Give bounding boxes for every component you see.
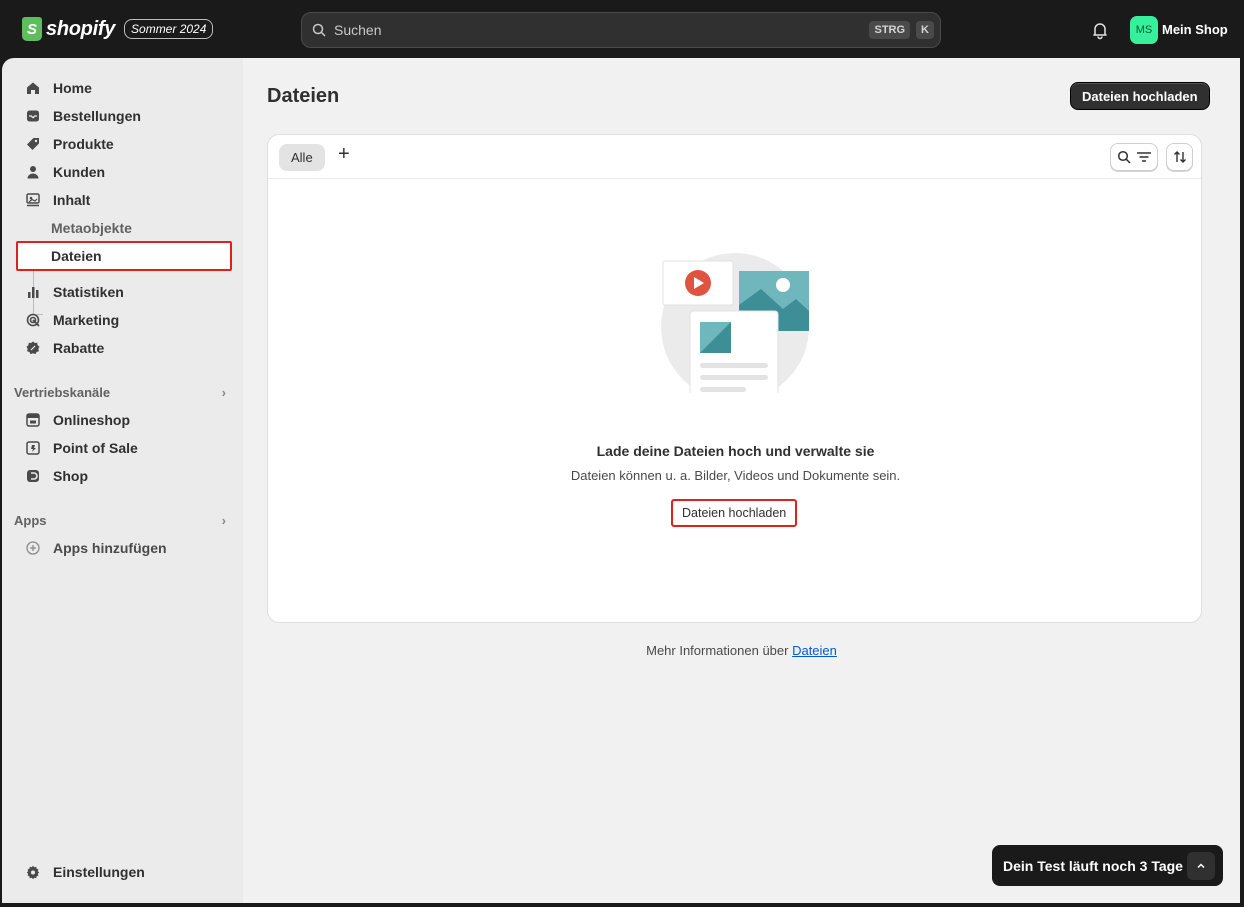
main-content: Dateien Dateien hochladen Alle + Lade de…	[243, 58, 1240, 903]
trial-banner[interactable]: Dein Test läuft noch 3 Tage	[992, 845, 1223, 886]
sidebar-item-label: Inhalt	[53, 192, 91, 208]
tab-all[interactable]: Alle	[279, 144, 325, 171]
add-view-button[interactable]: +	[338, 143, 352, 166]
sidebar-item-label: Shop	[53, 468, 88, 484]
sidebar-item-add-apps[interactable]: Apps hinzufügen	[12, 534, 232, 562]
sidebar-item-label: Kunden	[53, 164, 106, 180]
edition-badge[interactable]: Sommer 2024	[124, 19, 214, 39]
home-icon	[25, 80, 41, 96]
sidebar: Home Bestellungen Produkte Kunden Inhalt…	[2, 58, 243, 903]
filter-icon	[1136, 152, 1151, 162]
search-placeholder: Suchen	[334, 22, 382, 38]
empty-state-subtitle: Dateien können u. a. Bilder, Videos und …	[570, 468, 901, 483]
inbox-icon	[25, 108, 41, 124]
sidebar-item-files-label[interactable]: Dateien	[51, 248, 102, 264]
files-illustration	[661, 253, 809, 393]
sidebar-item-content[interactable]: Inhalt	[12, 186, 232, 214]
more-info-link[interactable]: Dateien	[792, 643, 837, 658]
chevron-right-icon[interactable]: ›	[222, 385, 226, 400]
sales-channels-label: Vertriebskanäle	[14, 385, 111, 400]
search-filter-button[interactable]	[1110, 143, 1158, 171]
sidebar-item-marketing[interactable]: Marketing	[12, 306, 232, 334]
sidebar-item-label: Home	[53, 80, 92, 96]
more-info-text: Mehr Informationen über	[646, 643, 793, 658]
sidebar-item-label: Marketing	[53, 312, 120, 328]
sidebar-item-products[interactable]: Produkte	[12, 130, 232, 158]
avatar[interactable]: MS	[1130, 16, 1158, 44]
sales-channels-heading[interactable]: Vertriebskanäle ›	[14, 385, 234, 400]
discount-icon	[25, 340, 41, 356]
shop-name[interactable]: Mein Shop	[1162, 22, 1228, 37]
sidebar-item-label: Produkte	[53, 136, 114, 152]
sidebar-item-label: Point of Sale	[53, 440, 138, 456]
shopify-logo[interactable]: S shopify Sommer 2024	[22, 17, 214, 41]
top-bar: S shopify Sommer 2024 Suchen STRG K MS M…	[2, 2, 1240, 58]
store-icon	[25, 412, 41, 428]
plus-circle-icon	[25, 540, 41, 556]
shortcut-key-ctrl: STRG	[869, 21, 911, 39]
sidebar-item-shop[interactable]: Shop	[12, 462, 232, 490]
chevron-right-icon[interactable]: ›	[222, 513, 226, 528]
sidebar-item-label: Statistiken	[53, 284, 124, 300]
sidebar-item-discounts[interactable]: Rabatte	[12, 334, 232, 362]
gear-icon	[25, 864, 41, 880]
sidebar-item-orders[interactable]: Bestellungen	[12, 102, 232, 130]
pos-icon	[25, 440, 41, 456]
content-icon	[25, 192, 41, 208]
sidebar-item-pos[interactable]: Point of Sale	[12, 434, 232, 462]
sidebar-item-files[interactable]	[16, 241, 232, 271]
trial-text: Dein Test läuft noch 3 Tage	[1003, 857, 1183, 874]
sidebar-item-analytics[interactable]: Statistiken	[12, 278, 232, 306]
shop-icon	[25, 468, 41, 484]
files-card: Alle + Lade deine Dateien hoch und verwa…	[267, 134, 1202, 623]
tag-icon	[25, 136, 41, 152]
bell-icon[interactable]	[1090, 20, 1110, 40]
sidebar-item-metaobjects[interactable]: Metaobjekte	[51, 220, 132, 236]
sidebar-item-customers[interactable]: Kunden	[12, 158, 232, 186]
upload-files-button[interactable]: Dateien hochladen	[1070, 82, 1210, 110]
sidebar-item-label: Bestellungen	[53, 108, 141, 124]
shortcut-key-k: K	[916, 21, 934, 39]
empty-state-title: Lade deine Dateien hoch und verwalte sie	[596, 443, 875, 459]
sidebar-item-label: Einstellungen	[53, 864, 145, 880]
sidebar-item-settings[interactable]: Einstellungen	[12, 858, 232, 886]
search-icon	[1117, 150, 1131, 164]
page-title: Dateien	[267, 85, 340, 107]
sort-button[interactable]	[1166, 143, 1193, 171]
card-header: Alle +	[268, 135, 1201, 179]
search-icon	[312, 23, 326, 37]
chevron-up-icon	[1197, 863, 1205, 869]
sidebar-item-label: Rabatte	[53, 340, 105, 356]
sidebar-item-online-store[interactable]: Onlineshop	[12, 406, 232, 434]
more-info: Mehr Informationen über Dateien	[243, 643, 1240, 658]
search-bar[interactable]: Suchen STRG K	[301, 12, 941, 48]
logo-text: shopify	[46, 17, 116, 40]
expand-trial-button[interactable]	[1187, 852, 1215, 880]
sidebar-item-home[interactable]: Home	[12, 74, 232, 102]
empty-upload-button[interactable]: Dateien hochladen	[671, 499, 798, 527]
shopify-bag-icon: S	[22, 17, 42, 41]
apps-label: Apps	[14, 513, 47, 528]
chart-icon	[25, 284, 41, 300]
sidebar-item-label: Apps hinzufügen	[53, 540, 167, 556]
apps-heading[interactable]: Apps ›	[14, 513, 234, 528]
person-icon	[25, 164, 41, 180]
sort-icon	[1173, 151, 1186, 163]
target-icon	[25, 312, 41, 328]
sidebar-item-label: Onlineshop	[53, 412, 130, 428]
